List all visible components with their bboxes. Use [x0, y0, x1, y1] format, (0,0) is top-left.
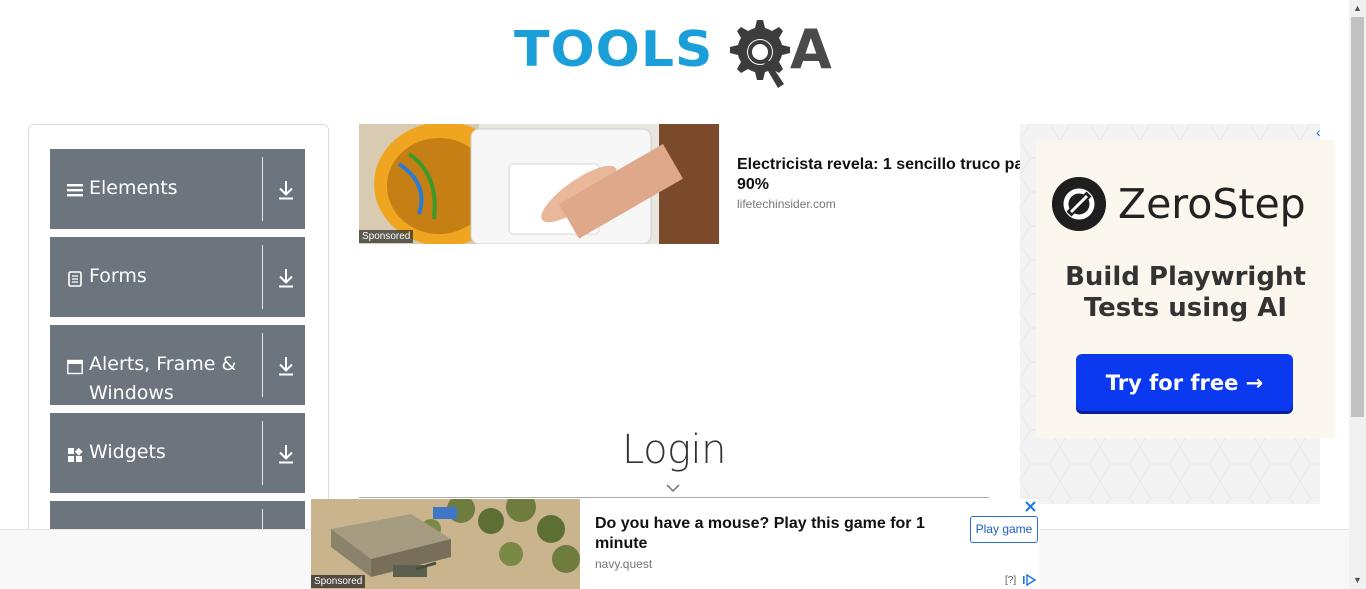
page: TOOLS A Elements Forms Alerts, Frame & W…	[0, 0, 1366, 589]
divider	[359, 497, 989, 498]
download-arrow-icon[interactable]	[276, 267, 296, 289]
scroll-down-arrow-icon[interactable]: ▼	[1349, 572, 1366, 589]
gear-magnifier-icon	[730, 20, 790, 88]
ad-top-headline-line2[interactable]: 90%	[737, 175, 769, 195]
divider	[262, 157, 263, 221]
divider	[262, 333, 263, 397]
logo-text-tools: TOOLS	[514, 21, 714, 79]
zerostep-brand-name: ZeroStep	[1118, 180, 1306, 228]
ad-top-headline[interactable]: Electricista revela: 1 sencillo truco pa	[737, 155, 1037, 175]
scrollbar-thumb[interactable]	[1351, 17, 1364, 417]
ad-bottom-headline[interactable]: Do you have a mouse? Play this game for …	[595, 514, 955, 554]
sidebar-group-label: Widgets	[89, 441, 166, 463]
ad-top-domain[interactable]: lifetechinsider.com	[737, 197, 836, 211]
ad-help-link[interactable]: [?]	[1005, 575, 1016, 586]
download-arrow-icon[interactable]	[276, 443, 296, 465]
zerostep-logo-icon	[1052, 177, 1106, 231]
toolsqa-logo[interactable]: TOOLS A	[514, 14, 840, 92]
widgets-icon	[68, 447, 83, 462]
sidebar-group-label-line2: Windows	[89, 382, 174, 404]
zerostep-tagline-1: Build Playwright	[1065, 262, 1306, 292]
adchoices-chevron-icon[interactable]: ‹	[1316, 124, 1321, 140]
sidebar-group-label: Alerts, Frame &	[89, 353, 237, 375]
sidebar-group-elements[interactable]: Elements	[50, 149, 305, 229]
sidebar-group-widgets[interactable]: Widgets	[50, 413, 305, 493]
adchoices-icon[interactable]	[1022, 574, 1037, 586]
sidebar-group-forms[interactable]: Forms	[50, 237, 305, 317]
sidebar-group-label: Forms	[89, 265, 147, 287]
sponsored-label: Sponsored	[359, 230, 414, 243]
logo-text-a: A	[790, 18, 832, 81]
chevron-down-icon	[666, 484, 680, 492]
sponsored-label: Sponsored	[311, 575, 366, 588]
scroll-up-arrow-icon[interactable]: ▲	[1349, 0, 1366, 17]
document-icon	[68, 271, 82, 287]
ad-top-image[interactable]	[359, 124, 719, 244]
divider	[262, 421, 263, 485]
download-arrow-icon[interactable]	[276, 355, 296, 377]
sidebar-group-alerts-frame-windows[interactable]: Alerts, Frame & Windows	[50, 325, 305, 405]
window-icon	[67, 359, 83, 375]
zerostep-tagline-2: Tests using AI	[1083, 293, 1288, 323]
page-title: Login	[621, 427, 727, 473]
ad-image-light-switch	[359, 124, 719, 244]
close-icon[interactable]	[1024, 500, 1037, 513]
sidebar: Elements Forms Alerts, Frame & Windows W…	[28, 124, 329, 589]
divider	[262, 245, 263, 309]
list-icon	[67, 184, 83, 197]
ad-bottom-domain[interactable]: navy.quest	[595, 557, 652, 571]
download-arrow-icon[interactable]	[276, 179, 296, 201]
vertical-scrollbar[interactable]: ▲ ▼	[1349, 0, 1366, 589]
play-game-button[interactable]: Play game	[970, 516, 1038, 543]
try-for-free-button[interactable]: Try for free →	[1076, 354, 1293, 411]
sidebar-group-label: Elements	[89, 177, 178, 199]
